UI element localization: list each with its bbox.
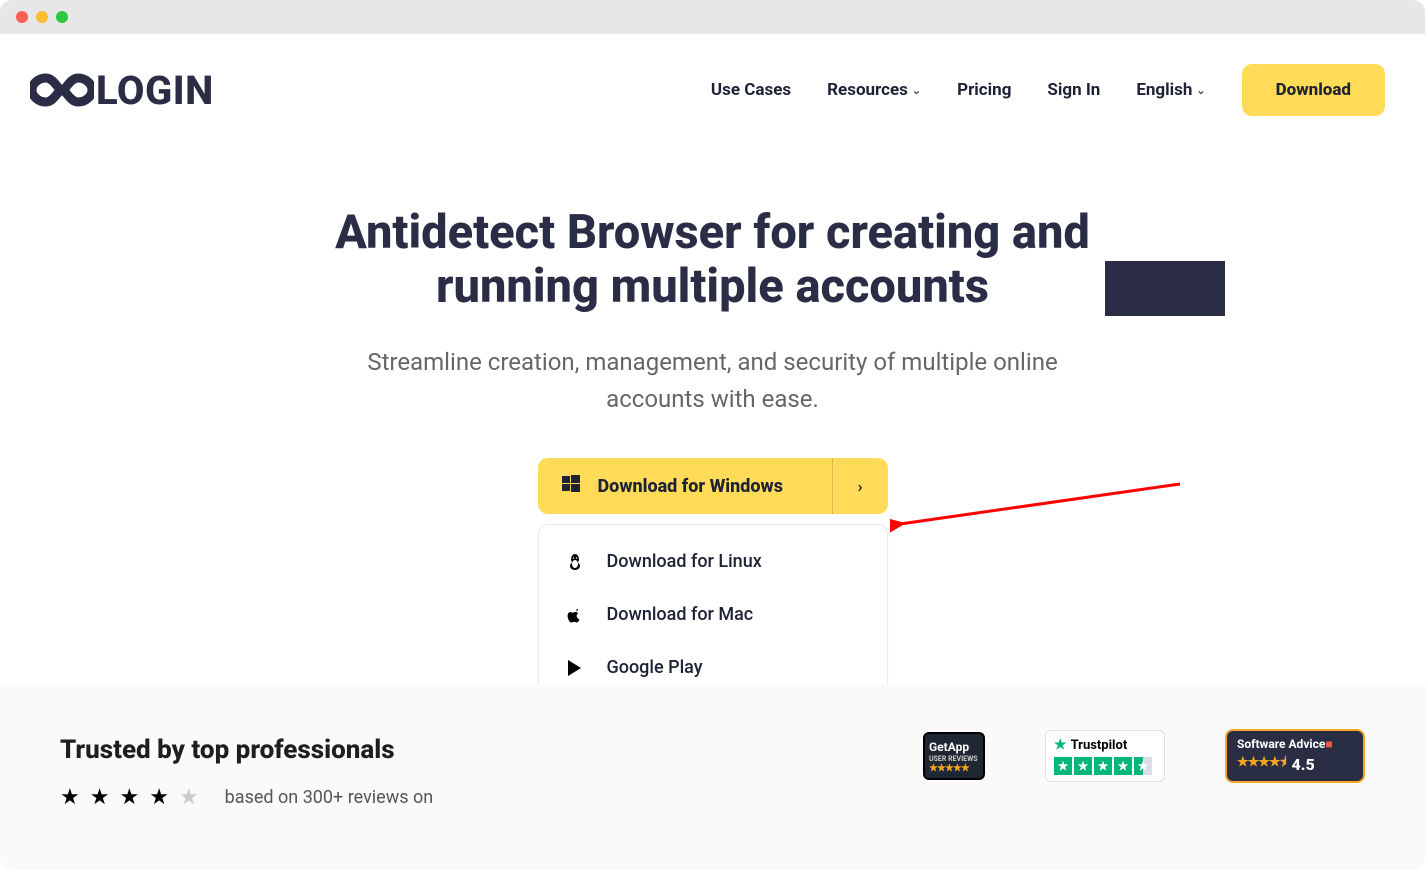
download-option-linux[interactable]: Download for Linux: [539, 535, 887, 588]
window-zoom-icon[interactable]: [56, 11, 68, 23]
star-filled-icon: ★: [149, 785, 169, 810]
trust-section: Trusted by top professionals ★ ★ ★ ★ ★ b…: [0, 685, 1425, 870]
infinity-logo-icon: [30, 70, 94, 110]
download-option-label: Google Play: [607, 657, 703, 678]
nav-pricing[interactable]: Pricing: [957, 80, 1011, 100]
badge-accent-icon: ■: [1325, 737, 1332, 751]
download-primary-button[interactable]: Download for Windows ›: [538, 458, 888, 514]
badge-trustpilot-name: Trustpilot: [1071, 738, 1128, 753]
google-play-icon: [565, 659, 585, 677]
badge-sa-score: 4.5: [1292, 755, 1315, 774]
star-filled-icon: ★: [60, 785, 80, 810]
star-filled-icon: ★: [90, 785, 110, 810]
linux-icon: [565, 553, 585, 571]
download-button[interactable]: Download: [1242, 64, 1385, 116]
download-option-label: Download for Linux: [607, 551, 762, 572]
hero-subtitle: Streamline creation, management, and sec…: [363, 344, 1063, 418]
nav-use-cases[interactable]: Use Cases: [711, 80, 791, 100]
hero-section: Antidetect Browser for creating and runn…: [0, 206, 1425, 758]
rating-stars: ★ ★ ★ ★ ★: [60, 785, 199, 810]
hero-title: Antidetect Browser for creating and runn…: [263, 206, 1163, 314]
chevron-right-icon: ›: [858, 477, 863, 496]
brand-logo[interactable]: LOGIN: [30, 67, 214, 114]
windows-icon: [562, 475, 580, 498]
site-header: LOGIN Use Cases Resources ⌄ Pricing Sign…: [0, 34, 1425, 126]
badge-getapp[interactable]: GetApp USER REVIEWS ★★★★★: [923, 732, 985, 780]
review-badges: GetApp USER REVIEWS ★★★★★ ★ Trustpilot ★…: [923, 729, 1365, 783]
star-filled-icon: ★: [119, 785, 139, 810]
badge-software-advice[interactable]: Software Advice■ ★★★★⯨ 4.5: [1225, 729, 1365, 783]
badge-stars-icon: ★★★★★: [929, 763, 979, 774]
nav-sign-in[interactable]: Sign In: [1047, 80, 1100, 100]
star-empty-icon: ★: [179, 785, 199, 810]
badge-trustpilot[interactable]: ★ Trustpilot ★★★★★: [1045, 730, 1165, 782]
badge-getapp-sub: USER REVIEWS: [929, 755, 979, 763]
badge-stars-icon: ★★★★⯨: [1237, 753, 1286, 775]
window-minimize-icon[interactable]: [36, 11, 48, 23]
badge-getapp-name: GetApp: [929, 740, 969, 754]
window-close-icon[interactable]: [16, 11, 28, 23]
trust-review-text: based on 300+ reviews on: [225, 787, 434, 808]
hero-decorative-block: [1105, 261, 1225, 316]
apple-icon: [565, 606, 585, 624]
download-option-mac[interactable]: Download for Mac: [539, 588, 887, 641]
badge-sa-name: Software Advice: [1237, 737, 1325, 751]
download-option-label: Download for Mac: [607, 604, 754, 625]
chevron-down-icon: ⌄: [1196, 84, 1205, 97]
download-primary-label: Download for Windows: [598, 476, 783, 497]
nav-resources[interactable]: Resources ⌄: [827, 80, 921, 100]
download-expand-button[interactable]: ›: [832, 458, 888, 514]
window-titlebar: [0, 0, 1425, 34]
trustpilot-rating-boxes: ★★★★★: [1054, 757, 1156, 775]
chevron-down-icon: ⌄: [912, 84, 921, 97]
trustpilot-star-icon: ★: [1054, 737, 1067, 753]
main-nav: Use Cases Resources ⌄ Pricing Sign In En…: [711, 64, 1385, 116]
nav-language[interactable]: English ⌄: [1136, 80, 1205, 100]
logo-text: LOGIN: [96, 67, 214, 114]
